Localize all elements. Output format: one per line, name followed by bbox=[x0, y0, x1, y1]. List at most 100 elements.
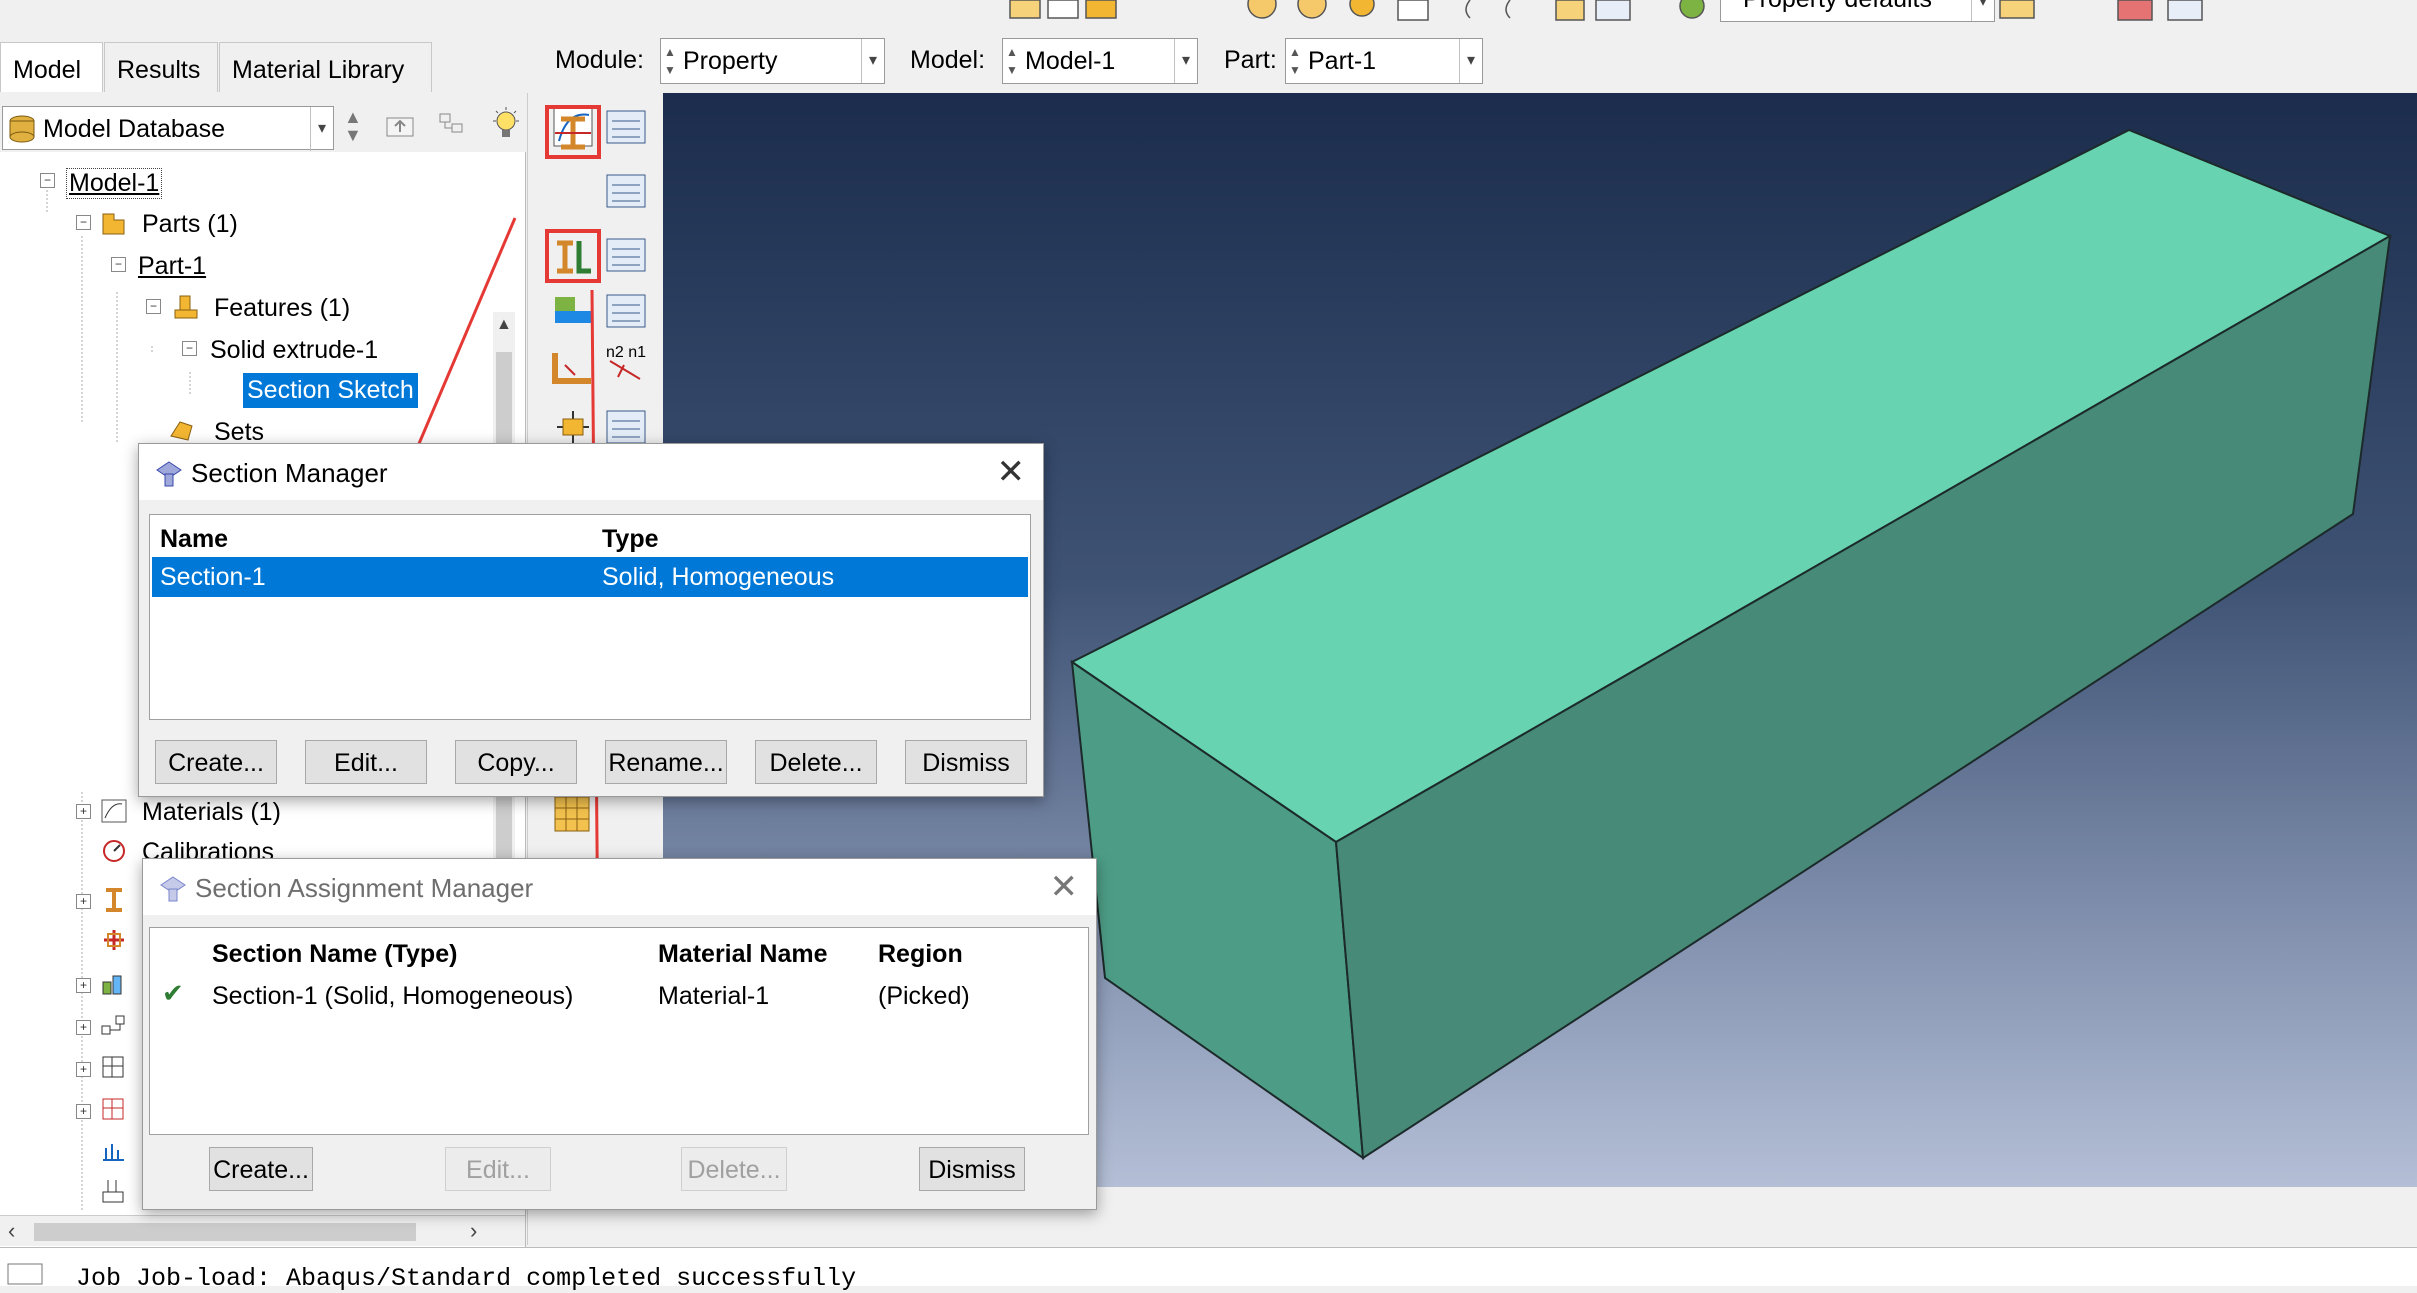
section-name-cell: Section-1 bbox=[160, 563, 266, 591]
material-manager-icon[interactable] bbox=[604, 105, 650, 149]
message-line: Job Job-load: Abaqus/Standard completed … bbox=[76, 1264, 857, 1293]
assignment-table: Section Name (Type) Material Name Region… bbox=[149, 927, 1089, 1135]
message-area-toggle-icon[interactable] bbox=[6, 1256, 46, 1286]
part-select[interactable]: ▲ ▼ Part-1 ▾ bbox=[1285, 38, 1483, 84]
section-manager-body: Name Type Section-1 Solid, Homogeneous C… bbox=[139, 500, 1043, 796]
tab-model[interactable]: Model bbox=[0, 42, 103, 92]
expander-assembly[interactable]: + bbox=[76, 978, 91, 993]
expander-history-output[interactable]: + bbox=[76, 1104, 91, 1119]
tab-material-library[interactable]: Material Library bbox=[219, 42, 432, 92]
dismiss-assignment-manager-button[interactable]: Dismiss bbox=[919, 1147, 1025, 1191]
model-database-select[interactable]: Model Database ▾ bbox=[2, 106, 334, 151]
assignment-manager-body: Section Name (Type) Material Name Region… bbox=[143, 915, 1096, 1209]
tree-node-parts[interactable]: Parts (1) bbox=[142, 210, 238, 239]
expander-model[interactable]: − bbox=[40, 173, 55, 188]
tree-node-solid-extrude[interactable]: Solid extrude-1 bbox=[210, 336, 378, 365]
scroll-right-arrow-icon[interactable]: › bbox=[470, 1218, 477, 1244]
navigator-tabs: Model Results Material Library bbox=[0, 42, 525, 92]
profile-manager-icon[interactable] bbox=[604, 289, 650, 333]
loads-icon bbox=[102, 1180, 124, 1203]
create-assignment-button[interactable]: Create... bbox=[209, 1147, 313, 1191]
section-table: Name Type Section-1 Solid, Homogeneous bbox=[149, 514, 1031, 720]
edit-section-button[interactable]: Edit... bbox=[305, 740, 427, 784]
calibrations-icon bbox=[103, 840, 125, 862]
assign-beam-orientation-icon[interactable] bbox=[551, 345, 597, 389]
table-row[interactable]: Section-1 Solid, Homogeneous bbox=[152, 557, 1028, 597]
tree-node-materials[interactable]: Materials (1) bbox=[142, 798, 281, 827]
section-manager-dialog: Section Manager ✕ Name Type Section-1 So… bbox=[138, 443, 1044, 797]
sets-icon bbox=[170, 421, 193, 441]
section-assignment-manager-title: Section Assignment Manager bbox=[195, 873, 534, 903]
tree-node-features[interactable]: Features (1) bbox=[214, 294, 350, 323]
section-manager-icon[interactable] bbox=[604, 169, 650, 213]
sort-arrows-icon[interactable]: ▲ ▼ bbox=[344, 108, 362, 144]
tree-horizontal-scrollbar[interactable]: ‹ › bbox=[0, 1215, 525, 1246]
model-label: Model: bbox=[910, 46, 986, 74]
assign-section-icon[interactable] bbox=[551, 235, 597, 279]
expander-field-output[interactable]: + bbox=[76, 1062, 91, 1077]
render-style-select[interactable]: Property defaults ▾ bbox=[1720, 0, 1995, 22]
database-icon bbox=[9, 115, 35, 143]
tree-node-part-1[interactable]: Part-1 bbox=[138, 252, 206, 281]
profiles-icon bbox=[104, 930, 124, 950]
time-points-icon bbox=[103, 1144, 124, 1161]
expander-part-1[interactable]: − bbox=[111, 257, 126, 272]
expander-solid-extrude[interactable]: − bbox=[182, 341, 197, 356]
module-select[interactable]: ▲ ▼ Property ▾ bbox=[660, 38, 885, 84]
features-icon bbox=[174, 295, 198, 319]
check-icon: ✔ bbox=[162, 978, 184, 1008]
materials-icon bbox=[101, 799, 127, 823]
beam-tangent-icon[interactable]: n2 n1 bbox=[604, 339, 650, 383]
steps-icon bbox=[101, 1015, 125, 1035]
section-table-header-type: Type bbox=[602, 525, 659, 553]
lightbulb-icon[interactable] bbox=[490, 106, 522, 144]
tab-results[interactable]: Results bbox=[104, 42, 218, 92]
assignment-material-cell: Material-1 bbox=[658, 982, 770, 1010]
tree-node-section-sketch[interactable]: Section Sketch bbox=[243, 373, 418, 408]
tree-header: Model Database ▾ ▲ ▼ bbox=[0, 100, 525, 152]
table-row[interactable]: ✔ Section-1 (Solid, Homogeneous) Materia… bbox=[150, 974, 1086, 1014]
create-section-button[interactable]: Create... bbox=[155, 740, 277, 784]
assignment-region-cell: (Picked) bbox=[878, 982, 970, 1010]
dismiss-section-manager-button[interactable]: Dismiss bbox=[905, 740, 1027, 784]
scroll-left-arrow-icon[interactable]: ‹ bbox=[8, 1218, 15, 1244]
model-select[interactable]: ▲ ▼ Model-1 ▾ bbox=[1002, 38, 1198, 84]
assignment-header-region: Region bbox=[878, 940, 963, 968]
assembly-icon bbox=[102, 975, 122, 995]
tree-horizontal-scroll-thumb[interactable] bbox=[34, 1223, 416, 1241]
assignment-section-cell: Section-1 (Solid, Homogeneous) bbox=[212, 982, 574, 1010]
section-type-cell: Solid, Homogeneous bbox=[602, 563, 835, 591]
toolbar-icons-strip bbox=[1009, 0, 2203, 21]
copy-section-button[interactable]: Copy... bbox=[455, 740, 577, 784]
create-section-icon[interactable] bbox=[551, 111, 597, 155]
expander-materials[interactable]: + bbox=[76, 804, 91, 819]
tree-filter-icon[interactable] bbox=[436, 110, 468, 140]
parts-icon bbox=[102, 213, 125, 235]
expander-features[interactable]: − bbox=[146, 299, 161, 314]
section-manager-title: Section Manager bbox=[191, 458, 388, 488]
top-toolbar: Property defaults ▾ bbox=[0, 0, 2417, 28]
expander-sections[interactable]: + bbox=[76, 894, 91, 909]
field-output-icon bbox=[102, 1056, 124, 1078]
history-output-icon bbox=[102, 1098, 124, 1120]
section-assignment-manager-dialog: Section Assignment Manager ✕ Section Nam… bbox=[142, 858, 1097, 1210]
rename-section-button[interactable]: Rename... bbox=[605, 740, 727, 784]
assignment-manager-icon[interactable] bbox=[604, 233, 650, 277]
assignment-manager-close-icon[interactable]: ✕ bbox=[1050, 870, 1079, 904]
edit-assignment-button[interactable]: Edit... bbox=[445, 1147, 551, 1191]
section-manager-close-icon[interactable]: ✕ bbox=[997, 455, 1026, 489]
module-label: Module: bbox=[555, 46, 644, 74]
delete-assignment-button[interactable]: Delete... bbox=[681, 1147, 787, 1191]
delete-section-button[interactable]: Delete... bbox=[755, 740, 877, 784]
folder-up-icon[interactable] bbox=[384, 110, 416, 140]
scroll-up-arrow-icon[interactable]: ▲ bbox=[496, 316, 512, 334]
special-inertia-icon[interactable] bbox=[551, 793, 597, 837]
sections-icon bbox=[106, 888, 122, 912]
part-label: Part: bbox=[1224, 46, 1277, 74]
create-profile-icon[interactable] bbox=[551, 289, 597, 333]
expander-steps[interactable]: + bbox=[76, 1020, 91, 1035]
section-table-header-name: Name bbox=[160, 525, 229, 553]
expander-parts[interactable]: − bbox=[76, 215, 91, 230]
assignment-header-material: Material Name bbox=[658, 940, 828, 968]
tree-node-model-1[interactable]: Model-1 bbox=[66, 168, 163, 199]
